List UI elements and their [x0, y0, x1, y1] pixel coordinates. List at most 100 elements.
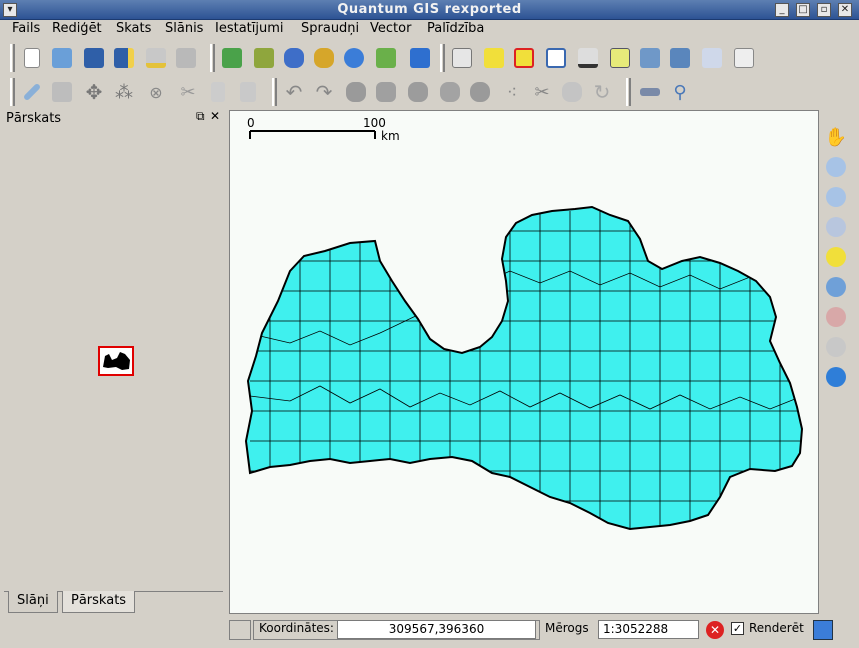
window-title: Quantum GIS rexported [337, 2, 522, 17]
save-edits-icon[interactable] [48, 78, 76, 106]
delete-part-icon[interactable] [466, 78, 494, 106]
panel-title: Pārskats [6, 111, 62, 126]
toolbar-grip[interactable] [10, 44, 15, 72]
tab-overview[interactable]: Pārskats [62, 591, 136, 613]
restore-button[interactable]: ▫ [817, 3, 831, 17]
add-part-icon[interactable] [404, 78, 432, 106]
toolbar-grip[interactable] [210, 44, 215, 72]
measure-icon[interactable] [574, 44, 602, 72]
identify-icon[interactable] [448, 44, 476, 72]
close-panel-icon[interactable]: ✕ [210, 109, 220, 123]
zoom-selection-icon[interactable] [822, 242, 850, 272]
menu-rediget[interactable]: Rediģēt [52, 21, 102, 36]
add-wms-layer-icon[interactable] [340, 44, 368, 72]
toolbar-grip[interactable] [272, 78, 277, 106]
attribute-table-icon[interactable] [542, 44, 570, 72]
remove-layer-icon[interactable] [406, 44, 434, 72]
projection-icon[interactable] [813, 620, 833, 640]
zoom-full-icon[interactable] [822, 212, 850, 242]
coordinate-toggle-icon[interactable] [229, 620, 251, 640]
home-icon[interactable] [636, 44, 664, 72]
coords-field[interactable]: 309567,396360 [337, 620, 536, 639]
minimize-button[interactable]: _ [775, 3, 789, 17]
toolbar-grip[interactable] [626, 78, 631, 106]
delete-selected-icon[interactable]: ⊗ [142, 78, 170, 106]
map-canvas[interactable]: 0 100 km [229, 110, 819, 614]
undo-icon[interactable]: ↶ [280, 78, 308, 106]
tab-layers[interactable]: Slāņi [8, 591, 58, 613]
menu-spraudni[interactable]: Spraudņi [301, 21, 359, 36]
latvia-map-layer [244, 205, 804, 531]
menu-slanis[interactable]: Slānis [165, 21, 203, 36]
open-project-icon[interactable] [48, 44, 76, 72]
add-vector-layer-icon[interactable] [218, 44, 246, 72]
menu-palidziba[interactable]: Palīdzība [427, 21, 484, 36]
annotation-icon[interactable] [606, 44, 634, 72]
overview-panel: Pārskats ⧉ ✕ [4, 108, 223, 614]
zoom-out-icon[interactable] [822, 182, 850, 212]
new-vector-layer-icon[interactable] [372, 44, 400, 72]
new-project-icon[interactable] [18, 44, 46, 72]
pan-icon[interactable]: ✋ [822, 122, 850, 152]
move-feature-icon[interactable]: ✥ [80, 78, 108, 106]
scalebar-end-label: 100 [363, 116, 386, 130]
zoom-in-icon[interactable] [822, 152, 850, 182]
toolbar-grip[interactable] [10, 78, 15, 106]
simplify-icon[interactable] [342, 78, 370, 106]
close-button[interactable]: ✕ [838, 3, 852, 17]
zoom-next-icon[interactable] [822, 332, 850, 362]
refresh-icon[interactable] [822, 362, 850, 392]
print-icon[interactable] [172, 44, 200, 72]
split-icon[interactable]: ✂ [528, 78, 556, 106]
overview-extent[interactable] [98, 346, 134, 376]
save-project-icon[interactable] [80, 44, 108, 72]
delete-ring-icon[interactable] [436, 78, 464, 106]
zoom-tool-icon[interactable]: ⚲ [666, 78, 694, 106]
menu-bar: Fails Rediģēt Skats Slānis Iestatījumi S… [0, 20, 859, 40]
home-alt-icon[interactable] [666, 44, 694, 72]
paste-icon[interactable] [234, 78, 262, 106]
zoom-last-icon[interactable] [822, 302, 850, 332]
main-toolbar [0, 40, 859, 76]
print-composer-icon[interactable] [142, 44, 170, 72]
scalebar-start-label: 0 [247, 116, 255, 130]
add-raster-layer-icon[interactable] [250, 44, 278, 72]
status-bar: Koordinātes: 309567,396360 Mērogs 1:3052… [0, 616, 859, 642]
toolbar-grip[interactable] [440, 44, 445, 72]
overview-shape [103, 352, 130, 370]
menu-skats[interactable]: Skats [116, 21, 151, 36]
overview-map[interactable] [4, 130, 223, 592]
stop-render-icon[interactable]: ✕ [706, 621, 724, 639]
select-icon[interactable] [480, 44, 508, 72]
navigation-toolbar: ✋ [820, 108, 859, 614]
scalebar-unit-label: km [381, 129, 400, 143]
add-ring-icon[interactable] [372, 78, 400, 106]
label-icon[interactable] [698, 44, 726, 72]
redo-icon[interactable]: ↷ [310, 78, 338, 106]
reshape-icon[interactable]: ⁖ [498, 78, 526, 106]
gps-icon[interactable] [636, 78, 664, 106]
copy-icon[interactable] [204, 78, 232, 106]
menu-iestatijumi[interactable]: Iestatījumi [215, 21, 284, 36]
scale-field[interactable]: 1:3052288 [598, 620, 699, 639]
node-tool-icon[interactable]: ⁂ [110, 78, 138, 106]
text-annotation-icon[interactable] [730, 44, 758, 72]
float-panel-icon[interactable]: ⧉ [196, 109, 205, 124]
render-checkbox[interactable]: ✓ [731, 622, 744, 635]
maximize-button[interactable]: □ [796, 3, 810, 17]
add-postgis-layer-icon[interactable] [280, 44, 308, 72]
save-as-icon[interactable] [110, 44, 138, 72]
add-spatialite-layer-icon[interactable] [310, 44, 338, 72]
menu-fails[interactable]: Fails [12, 21, 40, 36]
map-svg: 0 100 km [244, 116, 804, 531]
title-bar: ▾ Quantum GIS rexported _ □ ▫ ✕ [0, 0, 859, 20]
cut-icon[interactable]: ✂ [174, 78, 202, 106]
toggle-edit-icon[interactable] [18, 78, 46, 106]
panel-tabs: Slāņi Pārskats [4, 591, 223, 615]
menu-vector[interactable]: Vector [370, 21, 411, 36]
deselect-icon[interactable] [510, 44, 538, 72]
merge-attributes-icon[interactable]: ↻ [588, 78, 616, 106]
merge-icon[interactable] [558, 78, 586, 106]
zoom-layer-icon[interactable] [822, 272, 850, 302]
coords-label: Koordinātes: [259, 621, 334, 635]
